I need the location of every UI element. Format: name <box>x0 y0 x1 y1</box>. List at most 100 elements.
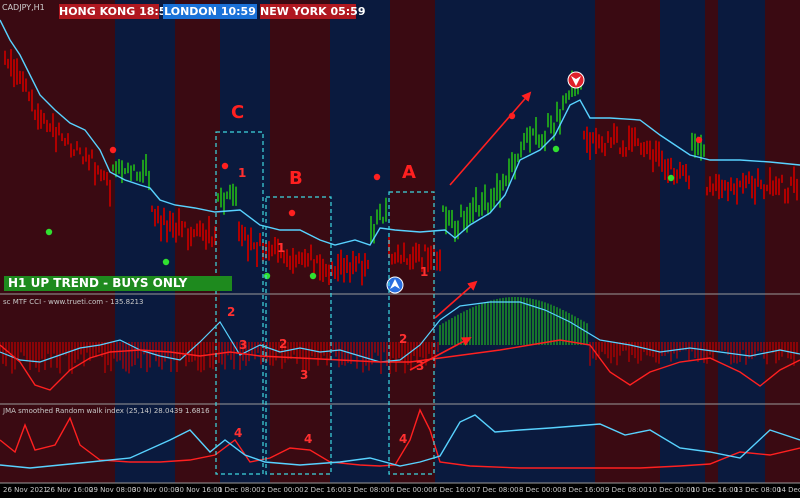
candle <box>784 188 786 204</box>
candle <box>130 165 132 181</box>
candle <box>175 222 177 243</box>
candle <box>517 153 519 163</box>
candle <box>400 254 402 264</box>
candle <box>169 210 171 232</box>
candle <box>40 109 42 129</box>
candle <box>139 171 141 182</box>
candle <box>349 262 351 283</box>
candle <box>613 123 615 145</box>
candle <box>679 161 681 179</box>
candle <box>781 174 783 183</box>
candle <box>88 154 90 171</box>
candle <box>451 209 453 229</box>
candle <box>43 113 45 124</box>
candle <box>547 113 549 128</box>
candle <box>46 119 48 133</box>
session-band <box>595 0 660 483</box>
candle <box>337 253 339 282</box>
candle <box>511 152 513 173</box>
symbol-label: CADJPY,H1 <box>2 3 45 12</box>
candle <box>70 143 72 158</box>
candle <box>292 247 294 274</box>
candle <box>463 210 465 231</box>
candle <box>409 254 411 270</box>
candle <box>523 132 525 151</box>
candle <box>514 153 516 180</box>
candle <box>211 236 213 248</box>
candle <box>628 125 630 151</box>
time-axis-label: 14 Dec 00:00 <box>777 486 800 494</box>
candle <box>769 167 771 195</box>
session-band <box>660 0 705 483</box>
candle <box>307 253 309 267</box>
chart-canvas[interactable]: CB A11122 23334 4 4 <box>0 0 800 498</box>
candle <box>178 208 180 236</box>
candle <box>706 186 708 196</box>
time-axis-label: 2 Dec 16:00 <box>304 486 347 494</box>
candle <box>616 126 618 143</box>
sell-signal-dot <box>695 136 703 144</box>
candle <box>127 162 129 174</box>
buy-signal-dot <box>552 145 560 153</box>
candle <box>385 197 387 222</box>
candle <box>766 184 768 192</box>
session-band <box>718 0 765 483</box>
candle <box>607 131 609 143</box>
candle <box>151 205 153 212</box>
candle <box>253 242 255 250</box>
candle <box>343 257 345 283</box>
step-number-label: 2 <box>399 332 407 346</box>
candle <box>316 255 318 264</box>
step-number-label: 1 <box>238 166 246 180</box>
candle <box>790 176 792 186</box>
candle <box>736 178 738 205</box>
candle <box>298 251 300 264</box>
candle <box>742 172 744 194</box>
sell-signal-dot <box>109 146 117 154</box>
session-hong-kong: HONG KONG 18:59 <box>59 4 174 19</box>
candle <box>235 186 237 206</box>
candle <box>490 188 492 212</box>
candle <box>112 164 114 172</box>
candle <box>268 241 270 261</box>
candle <box>448 210 450 226</box>
candle <box>262 242 264 262</box>
candle <box>520 141 522 158</box>
candle <box>145 154 147 176</box>
buy-signal-dot <box>45 228 53 236</box>
candle <box>328 264 330 285</box>
candle <box>22 71 24 92</box>
candle <box>562 95 564 111</box>
candle <box>304 248 306 268</box>
candle <box>205 229 207 250</box>
candle <box>322 258 324 283</box>
step-number-label: 3 <box>300 368 308 382</box>
candle <box>412 246 414 270</box>
candle <box>286 249 288 267</box>
candle <box>7 58 9 69</box>
candle <box>532 128 534 136</box>
candle <box>655 140 657 162</box>
candle <box>658 141 660 167</box>
candle <box>598 134 600 149</box>
candle <box>403 242 405 262</box>
candle <box>181 220 183 238</box>
candle <box>757 168 759 187</box>
time-axis-label: 9 Dec 08:00 <box>605 486 648 494</box>
candle <box>484 184 486 211</box>
candle <box>34 109 36 121</box>
session-new-york: NEW YORK 05:59 <box>260 4 365 19</box>
session-london-name: LONDON <box>164 5 217 18</box>
candle <box>559 109 561 135</box>
candle <box>25 78 27 92</box>
candle <box>505 175 507 187</box>
buy-signal-dot <box>263 272 271 280</box>
candle <box>247 234 249 262</box>
candle <box>661 150 663 172</box>
jma-indicator-label: JMA smoothed Random walk index (25,14) 2… <box>3 407 210 415</box>
candle <box>748 171 750 184</box>
candle <box>715 173 717 192</box>
candle <box>376 209 378 225</box>
sell-signal-dot <box>373 173 381 181</box>
cci-indicator-label: sc MTF CCI - www.trueti.com - 135.8213 <box>3 298 144 306</box>
